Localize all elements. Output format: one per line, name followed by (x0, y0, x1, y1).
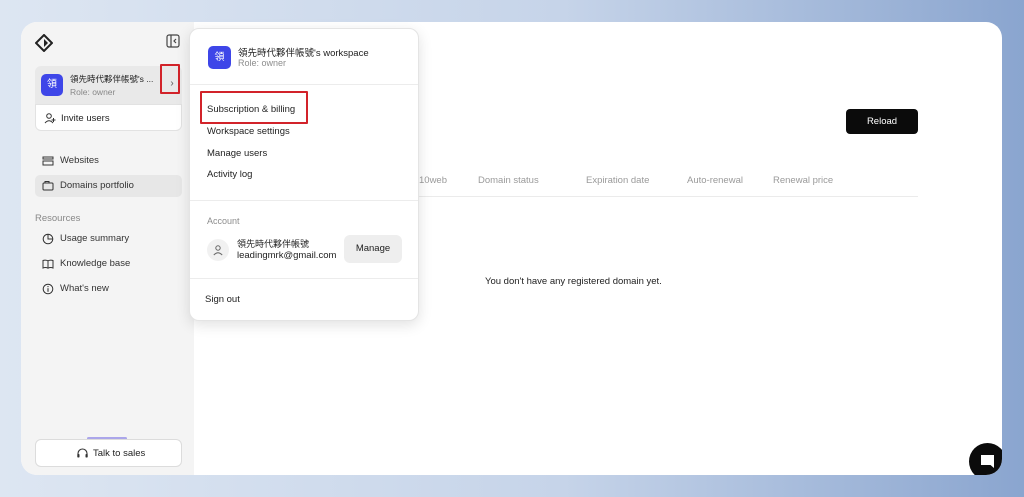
menu-item-manage-users[interactable]: Manage users (207, 148, 267, 159)
workspace-name: 領先時代夥伴帳號's workspace (238, 48, 369, 59)
sidebar-item-usage-summary[interactable]: Usage summary (35, 228, 182, 250)
sign-out-button[interactable]: Sign out (205, 294, 240, 305)
user-email: leadingmrk@gmail.com (237, 250, 337, 261)
divider (190, 278, 418, 279)
empty-state-message: You don't have any registered domain yet… (485, 276, 662, 287)
workspace-role: Role: owner (70, 87, 116, 97)
book-icon (42, 259, 54, 269)
invite-users-label: Invite users (61, 113, 110, 124)
table-header-auto-renewal: Auto-renewal (687, 175, 743, 186)
sidebar-item-label: What's new (60, 283, 109, 294)
domains-icon (42, 181, 54, 191)
chat-button[interactable] (969, 443, 1002, 475)
table-header-10web: 10web (419, 175, 447, 186)
talk-to-sales-label: Talk to sales (93, 448, 146, 459)
info-icon (42, 283, 54, 295)
table-header-domain-status: Domain status (478, 175, 539, 186)
divider (190, 84, 418, 85)
divider (190, 200, 418, 201)
collapse-sidebar-icon[interactable] (166, 34, 180, 48)
menu-item-activity-log[interactable]: Activity log (207, 169, 252, 180)
workspace-name: 領先時代夥伴帳號's ... (70, 74, 154, 84)
table-header-renewal-price: Renewal price (773, 175, 834, 186)
sidebar-item-label: Domains portfolio (60, 180, 134, 191)
highlight-box-subscription (200, 91, 308, 124)
sidebar-item-label: Knowledge base (60, 258, 131, 269)
sidebar: 領 領先時代夥伴帳號's ... Role: owner › Invite us… (21, 22, 194, 475)
sidebar-item-whats-new[interactable]: What's new (35, 278, 182, 300)
logo-icon[interactable] (35, 34, 53, 52)
workspace-avatar: 領 (41, 74, 63, 96)
workspace-dropdown-menu: 領 領先時代夥伴帳號's workspace Role: owner Subsc… (189, 28, 419, 321)
sidebar-item-websites[interactable]: Websites (35, 150, 182, 172)
menu-item-workspace-settings[interactable]: Workspace settings (207, 126, 290, 137)
chat-bubble-icon (981, 455, 994, 468)
user-icon (213, 245, 223, 256)
workspace-role: Role: owner (238, 58, 287, 68)
sidebar-item-label: Websites (60, 155, 99, 166)
account-section-label: Account (207, 216, 240, 226)
highlight-box-chevron (160, 64, 180, 94)
table-divider (419, 196, 918, 197)
reload-button[interactable]: Reload (846, 109, 918, 134)
resources-label: Resources (35, 213, 81, 224)
sidebar-item-knowledge-base[interactable]: Knowledge base (35, 253, 182, 275)
headset-icon (77, 448, 88, 458)
table-header-expiration-date: Expiration date (586, 175, 650, 186)
websites-icon (42, 156, 54, 166)
app-window: 領 領先時代夥伴帳號's ... Role: owner › Invite us… (21, 22, 1002, 475)
sidebar-item-label: Usage summary (60, 233, 130, 244)
add-user-icon (44, 113, 56, 124)
invite-users-button[interactable]: Invite users (35, 104, 182, 131)
sidebar-item-domains-portfolio[interactable]: Domains portfolio (35, 175, 182, 197)
user-avatar (207, 239, 229, 261)
workspace-avatar: 領 (208, 46, 231, 69)
manage-account-button[interactable]: Manage (344, 235, 402, 263)
pie-chart-icon (42, 233, 54, 245)
user-name: 領先時代夥伴帳號 (237, 239, 310, 249)
talk-to-sales-button[interactable]: Talk to sales (35, 439, 182, 467)
